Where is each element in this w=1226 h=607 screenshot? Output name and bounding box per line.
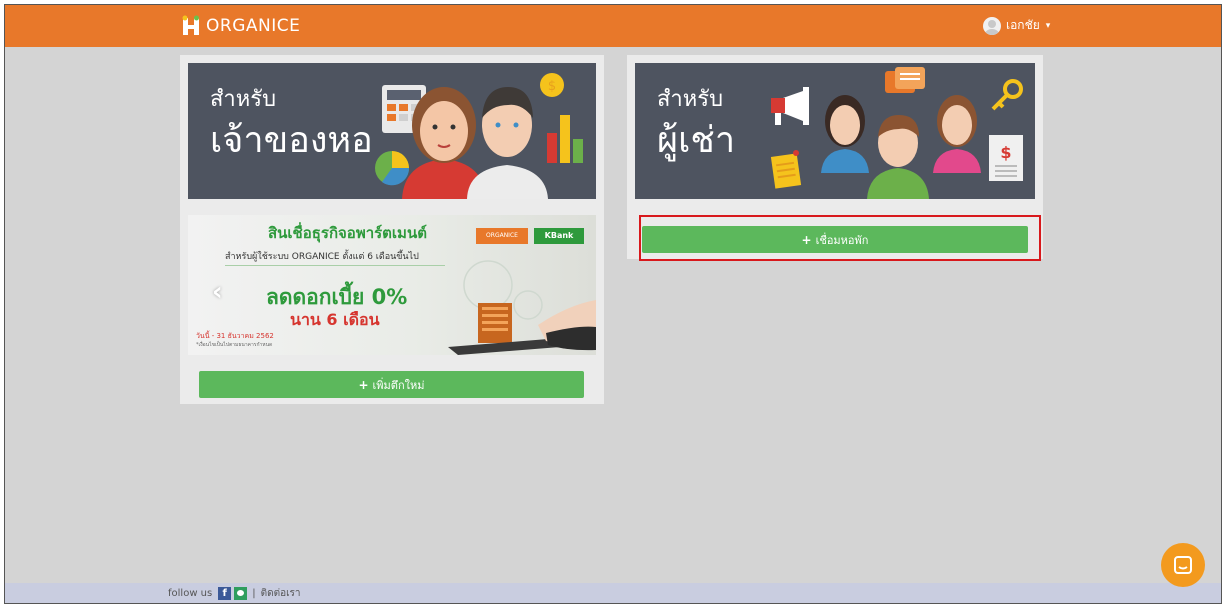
owner-card: สำหรับ เจ้าของหอ $ สินเชื่อธุรกิจอพาร์ตเ… (180, 55, 604, 404)
brand-name: ORGANICE (206, 16, 301, 36)
tenant-woman2-icon (933, 95, 981, 173)
navbar: ORGANICE เอกชัย ▾ (5, 5, 1221, 47)
follow-us-label: follow us (168, 587, 213, 599)
pie-chart-icon (375, 151, 410, 186)
tenant-banner: สำหรับ ผู้เช่า $ (635, 63, 1035, 199)
organice-logo-icon (182, 15, 199, 35)
chat-icon (1174, 556, 1192, 574)
chevron-down-icon: ▾ (1045, 20, 1051, 31)
tenant-banner-line2: ผู้เช่า (657, 120, 736, 161)
invoice-icon: $ (989, 135, 1023, 181)
promo-illustration (448, 260, 596, 355)
svg-text:$: $ (548, 79, 556, 94)
plus-icon: + (801, 232, 812, 247)
facebook-icon[interactable]: f (218, 586, 232, 600)
bar-graph-icon (547, 115, 583, 163)
tenant-woman-icon (821, 95, 869, 173)
man-avatar-icon (467, 87, 548, 199)
contact-link[interactable]: ติดต่อเรา (261, 586, 301, 601)
brand[interactable]: ORGANICE (180, 15, 300, 37)
add-building-label: เพิ่มตึกใหม่ (372, 378, 425, 392)
key-icon (991, 79, 1023, 111)
connect-dorm-label: เชื่อมหอพัก (815, 233, 869, 247)
add-building-button[interactable]: + เพิ่มตึกใหม่ (199, 371, 584, 398)
connect-dorm-button[interactable]: + เชื่อมหอพัก (642, 226, 1028, 253)
footer-separator: | (252, 587, 256, 599)
tenant-man-icon (867, 115, 929, 199)
chevron-left-icon[interactable]: ‹ (212, 277, 223, 307)
plus-icon: + (358, 377, 369, 392)
owner-banner: สำหรับ เจ้าของหอ $ (188, 63, 596, 199)
building-icon (478, 303, 512, 343)
promo-note: *เงื่อนไขเป็นไปตามธนาคารกำหนด (196, 342, 273, 348)
loan-promo-banner[interactable]: สินเชื่อธุรกิจอพาร์ตเมนต์ ORGANICE KBank… (188, 215, 596, 355)
tenant-illustration: $ (770, 67, 1023, 199)
footer: follow us f | ติดต่อเรา (5, 583, 1221, 603)
promo-organice-badge: ORGANICE (476, 228, 528, 244)
line-icon[interactable] (234, 586, 248, 600)
promo-duration: นาน 6 เดือน (290, 310, 380, 329)
promo-title: สินเชื่อธุรกิจอพาร์ตเมนต์ (268, 224, 427, 242)
avatar (983, 16, 1001, 35)
owner-banner-line2: เจ้าของหอ (210, 120, 373, 161)
owner-illustration: $ (375, 73, 583, 199)
app-frame: ORGANICE เอกชัย ▾ สำหรับ เจ้าของหอ $ สิน… (4, 4, 1222, 604)
user-name: เอกชัย (1006, 18, 1040, 32)
coin-icon: $ (540, 73, 564, 97)
promo-kbank-badge: KBank (534, 228, 584, 244)
chat-bubble-icon (885, 67, 925, 93)
user-menu[interactable]: เอกชัย ▾ (983, 16, 1050, 35)
megaphone-icon (771, 87, 809, 125)
note-icon (770, 150, 802, 189)
svg-text:$: $ (1000, 143, 1011, 162)
promo-subtitle: สำหรับผู้ใช้ระบบ ORGANICE ตั้งแต่ 6 เดือ… (225, 252, 419, 262)
promo-divider (225, 265, 445, 266)
tenant-card: สำหรับ ผู้เช่า $ + เชื่อมหอพัก (627, 55, 1043, 259)
chat-launcher-button[interactable] (1161, 543, 1205, 587)
